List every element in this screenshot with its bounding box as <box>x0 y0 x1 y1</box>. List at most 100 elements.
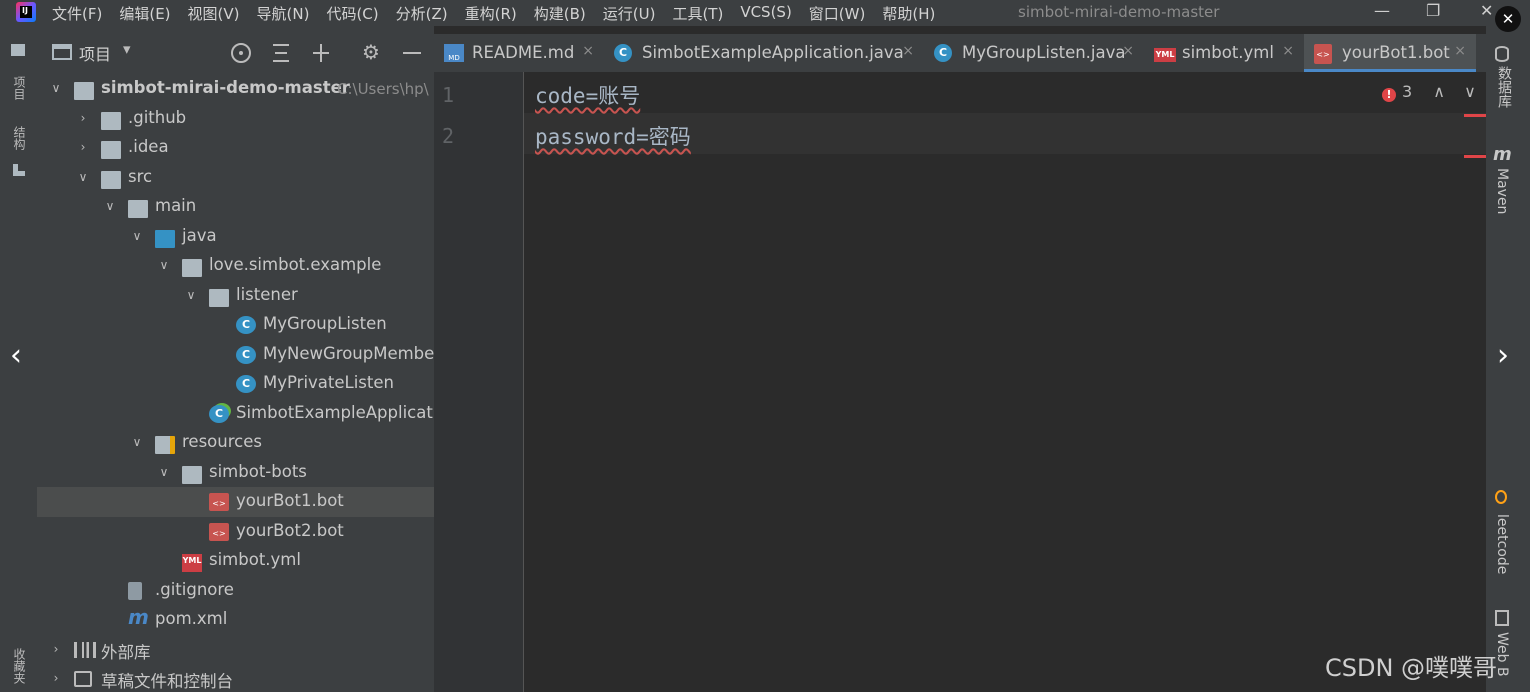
editor-tab[interactable]: YML simbot.yml × <box>1144 34 1304 72</box>
close-tab-icon[interactable]: × <box>902 43 914 59</box>
error-stripe-mark[interactable] <box>1464 114 1486 117</box>
project-view-title[interactable]: 项目 <box>79 41 111 65</box>
project-tool-tab[interactable]: 项目 <box>11 76 28 100</box>
chevron-right-icon[interactable]: › <box>76 140 90 154</box>
menu-item[interactable]: 重构(R) <box>465 3 517 24</box>
menu-item[interactable]: 代码(C) <box>326 3 378 24</box>
line-number: 1 <box>442 83 455 107</box>
inspection-widget[interactable]: ! 3 ∧ ∨ <box>1382 82 1476 102</box>
menu-item[interactable]: 视图(V) <box>188 3 240 24</box>
code-line[interactable]: code=账号 <box>535 80 640 110</box>
tree-item-label: MyPrivateListen <box>263 373 394 392</box>
tree-row[interactable]: ∨ resources <box>37 428 434 458</box>
collapse-all-icon[interactable] <box>313 44 329 62</box>
menu-item[interactable]: 分析(Z) <box>396 3 448 24</box>
tree-row[interactable]: C MyPrivateListen <box>37 369 434 399</box>
maven-tool-tab[interactable]: Maven <box>1494 168 1510 214</box>
prev-image-arrow[interactable]: ‹ <box>10 338 22 373</box>
editor-tab[interactable]: C MyGroupListen.java × <box>924 34 1144 72</box>
menu-item[interactable]: VCS(S) <box>740 3 791 24</box>
close-tab-icon[interactable]: × <box>582 43 594 59</box>
chevron-right-icon[interactable]: › <box>49 671 63 685</box>
chevron-down-icon[interactable]: ∨ <box>49 81 63 95</box>
next-error-button[interactable]: ∨ <box>1464 82 1476 101</box>
code-line[interactable]: password=密码 <box>535 121 691 151</box>
structure-tool-tab[interactable]: 结构 <box>11 126 28 150</box>
close-tab-icon[interactable]: × <box>1454 43 1466 59</box>
scratch-icon <box>74 671 92 687</box>
menu-item[interactable]: 工具(T) <box>672 3 723 24</box>
previous-error-button[interactable]: ∧ <box>1433 82 1445 101</box>
class-icon: C <box>236 375 256 393</box>
hide-icon[interactable] <box>403 52 421 54</box>
next-image-arrow[interactable]: › <box>1497 338 1509 373</box>
watermark: CSDN @噗噗哥 <box>1325 654 1498 682</box>
chevron-right-icon[interactable]: › <box>76 111 90 125</box>
chevron-down-icon[interactable]: ∨ <box>103 199 117 213</box>
tree-item-label: resources <box>182 432 262 451</box>
tree-row[interactable]: ∨ main <box>37 192 434 222</box>
tree-row[interactable]: C MyGroupListen <box>37 310 434 340</box>
restore-button[interactable]: ❐ <box>1426 1 1440 20</box>
gear-icon[interactable]: ⚙ <box>362 40 380 64</box>
menu-item[interactable]: 帮助(H) <box>882 3 935 24</box>
editor-tab[interactable]: <> yourBot1.bot × <box>1304 34 1476 72</box>
class-icon: C <box>236 345 256 364</box>
database-tool-tab[interactable]: 数据库 <box>1494 66 1514 108</box>
tree-row[interactable]: .gitignore <box>37 576 434 606</box>
menu-item[interactable]: 运行(U) <box>603 3 656 24</box>
tree-item-path-hint: C:\Users\hp\ <box>337 80 429 98</box>
menu-item[interactable]: 文件(F) <box>52 3 102 24</box>
tree-row[interactable]: <> yourBot1.bot <box>37 487 434 517</box>
menu-item[interactable]: 构建(B) <box>534 3 586 24</box>
editor-tab[interactable]: C SimbotExampleApplication.java × <box>604 34 924 72</box>
chevron-right-icon[interactable]: › <box>49 642 63 656</box>
resources-folder-icon <box>155 436 175 454</box>
window-close-button[interactable]: ✕ <box>1480 1 1493 20</box>
library-icon <box>74 641 96 658</box>
error-stripe-mark[interactable] <box>1464 155 1486 158</box>
tree-row[interactable]: ∨ simbot-bots <box>37 458 434 488</box>
leetcode-icon <box>1495 490 1507 504</box>
spring-boot-class-icon: C <box>209 404 229 423</box>
tree-row[interactable]: <> yourBot2.bot <box>37 517 434 547</box>
chevron-down-icon[interactable]: ∨ <box>76 170 90 184</box>
close-tab-icon[interactable]: × <box>1122 43 1134 59</box>
tree-row[interactable]: › .github <box>37 104 434 134</box>
chevron-down-icon[interactable]: ∨ <box>130 435 144 449</box>
chevron-down-icon[interactable]: ▾ <box>123 40 131 58</box>
tree-row[interactable]: › 外部库 <box>37 635 434 665</box>
tree-row[interactable]: › .idea <box>37 133 434 163</box>
tree-row[interactable]: ∨ simbot-mirai-demo-master C:\Users\hp\ <box>37 74 434 104</box>
menu-item[interactable]: 编辑(E) <box>119 3 170 24</box>
menu-item[interactable]: 导航(N) <box>257 3 310 24</box>
tree-row[interactable]: C SimbotExampleApplicatio <box>37 399 434 429</box>
tree-row[interactable]: ∨ src <box>37 163 434 193</box>
editor-tab[interactable]: MD README.md × <box>434 34 604 72</box>
expand-all-icon[interactable] <box>273 44 289 62</box>
tree-row[interactable]: ∨ love.simbot.example <box>37 251 434 281</box>
gitignore-file-icon <box>128 581 142 600</box>
class-icon: C <box>934 44 952 62</box>
tree-row[interactable]: m pom.xml <box>37 605 434 635</box>
chevron-down-icon[interactable]: ∨ <box>157 465 171 479</box>
tree-row[interactable]: C MyNewGroupMembe <box>37 340 434 370</box>
menu-item[interactable]: 窗口(W) <box>809 3 866 24</box>
minimize-button[interactable]: — <box>1374 1 1390 20</box>
tree-row[interactable]: ∨ java <box>37 222 434 252</box>
chevron-down-icon[interactable]: ∨ <box>184 288 198 302</box>
chevron-down-icon[interactable]: ∨ <box>157 258 171 272</box>
leetcode-tool-tab[interactable]: leetcode <box>1494 514 1510 574</box>
tree-row[interactable]: ∨ listener <box>37 281 434 311</box>
folder-icon <box>182 465 202 484</box>
locate-icon[interactable] <box>231 43 251 63</box>
favorites-tool-tab[interactable]: 收藏夹 <box>11 648 28 684</box>
chevron-down-icon[interactable]: ∨ <box>130 229 144 243</box>
code-editor[interactable]: code=账号 password=密码 ! 3 ∧ ∨ <box>524 72 1486 692</box>
viewer-close-button[interactable]: ✕ <box>1495 6 1521 32</box>
web-browser-icon <box>1495 610 1509 626</box>
close-tab-icon[interactable]: × <box>1282 43 1294 59</box>
tree-row[interactable]: YML simbot.yml <box>37 546 434 576</box>
intellij-logo-icon[interactable]: IJ <box>16 2 36 22</box>
tree-row[interactable]: › 草稿文件和控制台 <box>37 664 434 692</box>
